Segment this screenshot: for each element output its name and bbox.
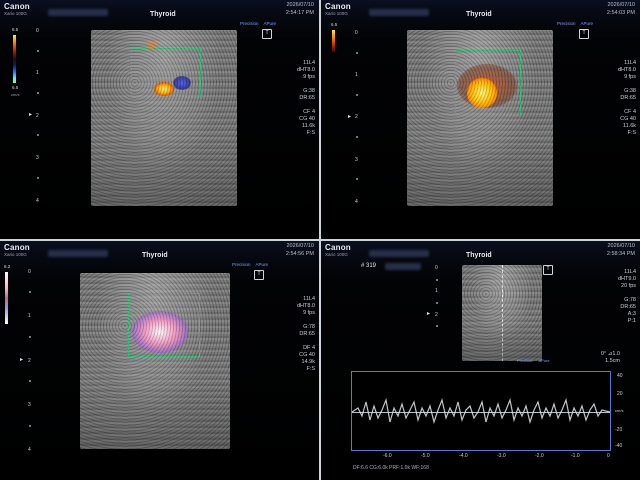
spectral-x-tick: -6.0 [383,453,392,459]
ultrasound-panel-1: Canon Xario 100G Thyroid 2026/07/10 2:54… [0,0,319,239]
exam-time: 2:54:03 PM [606,10,635,16]
mode-tags: Precision APure [240,21,281,26]
acquisition-params: 11L4 dHT8.0 9 fps G:78 DR:65 DF 4 CG 40 14.9… [296,296,315,372]
color-roi-box [455,50,521,116]
model-label: Xario 100G [325,252,348,257]
depth-0: 0 [36,28,39,34]
color-scale-bottom: 6.5 [12,85,19,90]
spectral-y-tick: 20 [617,391,623,397]
bmode-image [91,30,237,206]
color-flow-signal [467,78,497,108]
mode-tags: Precision APure [557,21,594,26]
depth-1: 1 [36,70,39,76]
mode-tags: Precision APure [232,262,269,267]
redacted-patient-id [48,9,108,16]
spectral-waveform [352,397,610,425]
spectral-x-tick: -4.0 [459,453,468,459]
probe-orientation-icon: T [262,29,272,39]
doppler-cursor-line [502,265,503,361]
color-flow-signal [132,311,188,353]
spectral-x-tick: -2.0 [535,453,544,459]
focus-marker-icon: ▸ [29,112,33,118]
exam-title: Thyroid [466,11,492,18]
spectral-doppler-trace [351,371,611,451]
brand-logo: Canon [4,243,30,252]
brand-logo: Canon [4,2,30,11]
exam-time: 2:54:56 PM [285,251,314,257]
probe-orientation-icon: T [579,29,589,39]
focus-marker-icon: ▸ [427,311,431,317]
brand-logo: Canon [325,243,351,252]
brand-logo: Canon [325,2,351,11]
focus-marker-icon: ▸ [20,357,24,363]
model-label: Xario 100G [325,11,348,16]
ultrasound-panel-3: Canon Xario 100G Thyroid 2026/07/10 2:54… [0,241,319,480]
redacted-patient-id [369,250,429,257]
color-velocity-bar [5,272,8,324]
color-flow-signal-blue [173,76,191,90]
exam-date: 2026/07/10 [607,2,635,8]
color-scale-top: 6.5 [331,22,338,27]
spectral-x-tick: -5.0 [421,453,430,459]
exam-date: 2026/07/10 [607,243,635,249]
acquisition-params: 11L4 dHT8.0 9 fps G:38 DR:65 CF 4 CG 40 11.6… [296,60,315,136]
exam-time: 2:54:17 PM [285,10,314,16]
color-flow-signal [154,82,174,96]
spectral-y-tick: 40 [617,373,623,379]
color-roi-box [128,293,200,357]
bmode-image [80,273,230,449]
probe-orientation-icon: T [254,270,264,280]
mode-tags: Precision APure [517,358,550,363]
bmode-image [407,30,553,206]
doppler-angle: 0° ⊿1.0 1.5cm [600,351,620,364]
depth-2: 2 [36,113,39,119]
color-roi-box [131,48,201,98]
redacted-patient-id [48,250,108,257]
ultrasound-panel-2: Canon Xario 100G Thyroid 2026/07/10 2:54… [321,0,640,239]
exam-date: 2026/07/10 [286,2,314,8]
exam-title: Thyroid [466,252,492,259]
spectral-y-units: cm/s [615,408,624,413]
doppler-settings: DF:6.6 CG:6.0k PRF:1.0k WF:168 [353,465,429,471]
apure-tag: APure [263,21,277,26]
color-velocity-bar [13,35,16,83]
bmode-image [462,265,542,361]
spectral-x-tick: -3.0 [497,453,506,459]
acquisition-params: 11L4 dHT9.0 20 fps G:78 DR:65 A:3 P:1 [617,269,636,324]
depth-4: 4 [36,198,39,204]
spectral-y-tick: -40 [615,443,623,449]
acquisition-params: 11L4 dHT8.0 9 fps G:38 DR:65 CF 4 CG 40 11.6… [617,60,636,136]
depth-3: 3 [36,155,39,161]
color-scale-units: cm/s [11,92,20,97]
spectral-x-tick: -1.0 [571,453,580,459]
exam-title: Thyroid [142,252,168,259]
ultrasound-panel-4-doppler: Canon Xario 100G Thyroid 2026/07/10 2:58… [321,241,640,480]
spectral-x-tick: 0 [607,453,610,459]
model-label: Xario 100G [4,11,27,16]
frame-number: # 319 [361,263,377,269]
redacted-patient-id [369,9,429,16]
model-label: Xario 100G [4,252,27,257]
probe-orientation-icon: T [543,265,553,275]
focus-marker-icon: ▸ [348,114,352,120]
color-scale-top: 6.2 [4,264,11,269]
spectral-y-tick: -20 [615,427,623,433]
precision-tag: Precision [240,21,259,26]
exam-date: 2026/07/10 [286,243,314,249]
exam-title: Thyroid [150,11,176,18]
color-power-bar [332,30,335,52]
exam-time: 2:58:34 PM [606,251,635,257]
color-scale-top: 6.5 [12,27,19,32]
